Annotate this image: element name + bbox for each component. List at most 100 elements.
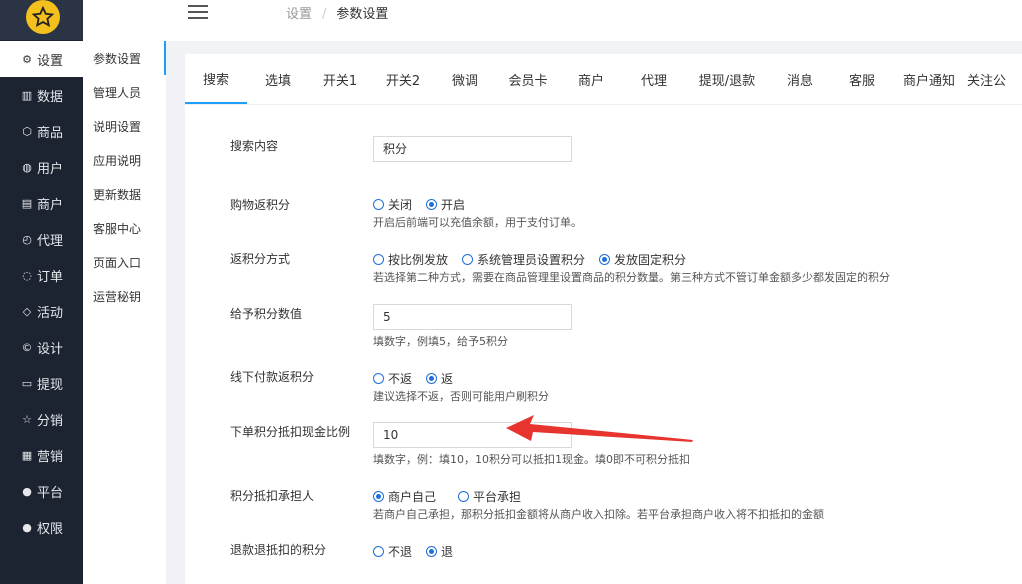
nav-item-permissions[interactable]: ● 权限 [0, 509, 83, 545]
radio-icon [373, 254, 384, 265]
tab-tweak[interactable]: 微调 [435, 54, 495, 104]
tab-optional[interactable]: 选填 [247, 54, 309, 104]
tab-member-card[interactable]: 会员卡 [495, 54, 561, 104]
nav-item-settings[interactable]: ⚙ 设置 [0, 41, 83, 77]
points-mode-radios: 按比例发放 系统管理员设置积分 发放固定积分 [373, 251, 700, 268]
radio-label: 返 [441, 372, 454, 386]
tab-customer-service[interactable]: 客服 [833, 54, 891, 104]
refund-label: 退款退抵扣的积分 [230, 543, 327, 557]
box-icon: ⬡ [22, 124, 32, 138]
offline-label: 线下付款返积分 [230, 370, 315, 384]
points-value-input[interactable]: 5 [373, 304, 572, 330]
radio-label: 不退 [388, 545, 413, 559]
nav-label: 数据 [37, 89, 64, 105]
tab-withdraw-refund[interactable]: 提现/退款 [687, 54, 767, 104]
nav-label: 代理 [37, 233, 64, 249]
nav-item-data[interactable]: ▥ 数据 [0, 77, 83, 113]
nav-item-design[interactable]: © 设计 [0, 329, 83, 365]
radio-label: 关闭 [388, 198, 413, 212]
nav-label: 营销 [37, 449, 64, 465]
tab-follow[interactable]: 关注公 [967, 54, 1022, 104]
radio-label: 不返 [388, 372, 413, 386]
radio-icon [373, 199, 384, 210]
nav-item-withdraw[interactable]: ▭ 提现 [0, 365, 83, 401]
nav-label: 提现 [37, 377, 64, 393]
main-nav: ⚙ 设置 ▥ 数据 ⬡ 商品 ◍ 用户 ▤ 商户 ◴ 代理 ◌ 订单 ◇ 活动 © 设计 ▭ 提现 … [0, 41, 83, 545]
radio-icon [373, 373, 384, 384]
points-mode-fixed-radio[interactable]: 发放固定积分 [599, 251, 686, 268]
breadcrumb-separator: / [322, 7, 327, 22]
search-label: 搜索内容 [230, 139, 279, 153]
hamburger-menu-icon[interactable] [188, 5, 208, 19]
list-icon: ▤ [21, 196, 33, 210]
offline-no-radio[interactable]: 不返 [373, 370, 412, 387]
search-input[interactable]: 积分 [373, 136, 572, 162]
user-icon: ◍ [22, 160, 32, 174]
tab-agent[interactable]: 代理 [621, 54, 687, 104]
nav-label: 活动 [37, 305, 64, 321]
nav-item-orders[interactable]: ◌ 订单 [0, 257, 83, 293]
gear-icon: ⚙ [22, 52, 32, 66]
tab-messages[interactable]: 消息 [767, 54, 833, 104]
nav-item-merchant[interactable]: ▤ 商户 [0, 185, 83, 221]
subbar-top [83, 0, 166, 41]
settings-tabs: 搜索 选填 开关1 开关2 微调 会员卡 商户 代理 提现/退款 消息 客服 商… [185, 54, 1022, 105]
nav-item-platform[interactable]: ● 平台 [0, 473, 83, 509]
copyright-icon: © [21, 340, 33, 354]
buy-points-on-radio[interactable]: 开启 [426, 196, 465, 213]
tab-merchant-notify[interactable]: 商户通知 [891, 54, 967, 104]
platform-icon: ● [22, 484, 32, 498]
tab-merchant[interactable]: 商户 [561, 54, 621, 104]
nav-item-goods[interactable]: ⬡ 商品 [0, 113, 83, 149]
nav-item-users[interactable]: ◍ 用户 [0, 149, 83, 185]
subnav-item-app-info[interactable]: 应用说明 [83, 143, 166, 177]
breadcrumb-root[interactable]: 设置 [286, 7, 312, 22]
nav-item-marketing[interactable]: ▦ 营销 [0, 437, 83, 473]
refund-yes-radio[interactable]: 退 [426, 543, 453, 560]
nav-label: 商品 [37, 125, 64, 141]
radio-checked-icon [426, 546, 438, 557]
points-mode-admin-radio[interactable]: 系统管理员设置积分 [462, 251, 585, 268]
nav-item-agent[interactable]: ◴ 代理 [0, 221, 83, 257]
radio-label: 退 [441, 545, 454, 559]
radio-label: 平台承担 [473, 490, 522, 504]
subnav-item-service[interactable]: 客服中心 [83, 211, 166, 245]
nav-label: 设置 [37, 53, 64, 69]
buy-points-off-radio[interactable]: 关闭 [373, 196, 412, 213]
points-value-hint: 填数字，例填5，给予5积分 [373, 335, 508, 348]
ratio-input[interactable]: 10 [373, 422, 572, 448]
radio-checked-icon [426, 199, 438, 210]
subnav-item-page-entry[interactable]: 页面入口 [83, 245, 166, 279]
offline-hint: 建议选择不返，否则可能用户刷积分 [373, 390, 549, 403]
subnav-item-keys[interactable]: 运营秘钥 [83, 279, 166, 313]
radio-label: 发放固定积分 [614, 253, 687, 267]
nav-item-distribution[interactable]: ☆ 分销 [0, 401, 83, 437]
subnav-item-update[interactable]: 更新数据 [83, 177, 166, 211]
clock-icon: ◴ [22, 232, 32, 246]
radio-checked-icon [599, 254, 611, 265]
subnav-item-params[interactable]: 参数设置 [83, 41, 166, 75]
subnav-item-description[interactable]: 说明设置 [83, 109, 166, 143]
radio-icon [373, 546, 384, 557]
subnav-item-managers[interactable]: 管理人员 [83, 75, 166, 109]
tab-search[interactable]: 搜索 [185, 54, 247, 104]
star-logo-icon[interactable] [26, 0, 60, 34]
bar-chart-icon: ▥ [21, 88, 33, 102]
refund-no-radio[interactable]: 不退 [373, 543, 412, 560]
buy-points-radios: 关闭 开启 [373, 196, 479, 213]
nav-item-activity[interactable]: ◇ 活动 [0, 293, 83, 329]
ratio-label: 下单积分抵扣现金比例 [230, 425, 351, 439]
bearer-platform-radio[interactable]: 平台承担 [458, 488, 521, 505]
tab-switch1[interactable]: 开关1 [309, 54, 371, 104]
grid-icon: ▦ [21, 448, 33, 462]
bearer-radios: 商户自己 平台承担 [373, 488, 535, 505]
offline-yes-radio[interactable]: 返 [426, 370, 453, 387]
nav-label: 分销 [37, 413, 64, 429]
nav-label: 用户 [37, 161, 64, 177]
points-value-label: 给予积分数值 [230, 307, 303, 321]
nav-label: 商户 [37, 197, 64, 213]
bearer-merchant-radio[interactable]: 商户自己 [373, 488, 436, 505]
tab-switch2[interactable]: 开关2 [371, 54, 435, 104]
points-mode-ratio-radio[interactable]: 按比例发放 [373, 251, 448, 268]
radio-icon [462, 254, 474, 265]
